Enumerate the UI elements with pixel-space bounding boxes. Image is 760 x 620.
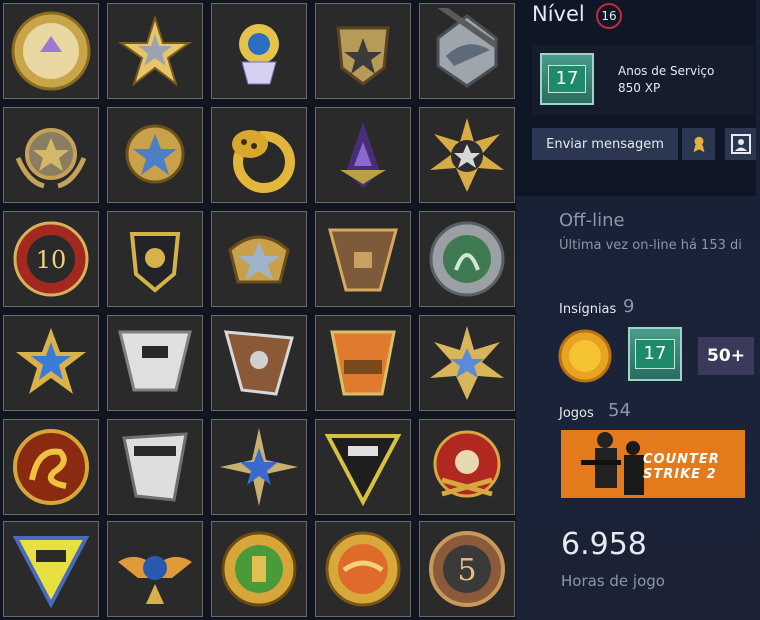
leopard-coin-icon xyxy=(232,130,295,193)
xp-badge-title: Anos de Serviço xyxy=(618,64,715,78)
svg-text:10: 10 xyxy=(36,246,67,274)
medal-tile[interactable] xyxy=(211,315,307,411)
medal-tile[interactable] xyxy=(211,419,307,515)
open-pickem-trophy-icon xyxy=(122,432,188,502)
winged-medal-icon xyxy=(118,556,192,604)
last-online-text: Última vez on-line há 153 di xyxy=(559,238,742,253)
friend-options-button[interactable] xyxy=(725,128,756,160)
level-badge[interactable]: 16 xyxy=(596,3,622,29)
xp-badge-value: 850 XP xyxy=(618,81,661,95)
send-message-button[interactable]: Enviar mensagem xyxy=(532,128,678,160)
medal-tile[interactable] xyxy=(107,315,203,411)
sunburst-star-medal-icon xyxy=(430,118,504,192)
medal-tile[interactable] xyxy=(107,211,203,307)
medal-tile[interactable] xyxy=(315,107,411,203)
blue-star-sunburst-icon xyxy=(430,326,504,400)
medal-tile[interactable] xyxy=(211,107,307,203)
years-of-service-badge-icon[interactable]: 17 xyxy=(628,327,682,381)
level-label: Nível xyxy=(532,2,585,26)
five-year-veteran-coin-icon: 5 xyxy=(429,531,505,607)
star-medal-icon xyxy=(117,14,193,87)
award-button[interactable] xyxy=(682,128,715,160)
medal-tile[interactable]: 5 xyxy=(419,521,515,617)
esl-pickem-yellow-icon xyxy=(12,536,90,609)
medal-tile[interactable] xyxy=(315,3,411,99)
years-of-service-badge-icon: 17 xyxy=(540,53,594,105)
krakow-2017-trophy-icon xyxy=(328,228,398,292)
dark-shield-medal-icon xyxy=(129,232,181,293)
years-badge-number: 17 xyxy=(635,339,675,369)
badges-count: 9 xyxy=(623,296,635,317)
wreath-star-medal-icon xyxy=(15,128,87,189)
medal-tile[interactable] xyxy=(315,211,411,307)
medal-tile[interactable] xyxy=(315,315,411,411)
medal-tile[interactable] xyxy=(3,3,99,99)
medal-tile[interactable] xyxy=(211,3,307,99)
game-title-line-2: STRIKE 2 xyxy=(643,467,717,482)
cupcake-pin-icon xyxy=(239,24,279,85)
shark-emblem-icon xyxy=(436,8,498,88)
years-of-service-number: 17 xyxy=(548,65,586,93)
medal-tile[interactable] xyxy=(419,419,515,515)
dragon-coin-icon xyxy=(13,429,89,505)
medal-tile[interactable] xyxy=(3,315,99,411)
hours-played-value: 6.958 xyxy=(561,527,647,562)
gold-star-medal-icon xyxy=(125,124,185,184)
medal-grid: 10 5 xyxy=(0,0,516,620)
fifty-plus-badge[interactable]: 50+ xyxy=(698,337,754,375)
counter-strike-coin-icon xyxy=(11,11,91,91)
ten-year-coin-icon: 10 xyxy=(13,221,89,297)
badges-link[interactable]: Insígnias xyxy=(559,302,616,317)
medal-tile[interactable] xyxy=(419,315,515,411)
medal-tile[interactable] xyxy=(107,419,203,515)
medal-tile[interactable] xyxy=(315,521,411,617)
hours-played-label: Horas de jogo xyxy=(561,572,665,590)
medal-tile[interactable] xyxy=(3,419,99,515)
fist-coin-icon xyxy=(221,531,297,607)
blue-compass-star-icon xyxy=(220,428,298,506)
columbus-pickem-trophy-icon xyxy=(330,330,396,396)
online-status: Off-line xyxy=(559,210,625,231)
medal-tile[interactable] xyxy=(3,107,99,203)
xp-badge-card[interactable]: 17 Anos de Serviço 850 XP xyxy=(532,45,754,115)
medal-tile[interactable] xyxy=(107,107,203,203)
cologne-pickem-trophy-icon xyxy=(223,330,294,396)
atlanta-pickem-trophy-icon xyxy=(118,330,192,392)
blue-star-medal-icon xyxy=(16,328,86,394)
orange-eagle-coin-icon xyxy=(325,531,401,607)
medal-tile[interactable] xyxy=(3,521,99,617)
skull-medal-icon xyxy=(433,430,501,498)
medal-tile[interactable] xyxy=(315,419,411,515)
star-shield-medal-icon xyxy=(336,26,390,86)
level-section: Nível 16 17 Anos de Serviço 850 XP Envia… xyxy=(516,0,756,196)
user-icon xyxy=(730,134,751,154)
purple-mantis-icon xyxy=(340,122,386,188)
operation-hydra-coin-icon xyxy=(429,221,505,297)
gold-coin-badge-icon[interactable] xyxy=(558,329,612,383)
profile-panel: Nível 16 17 Anos de Serviço 850 XP Envia… xyxy=(516,0,760,620)
medal-tile[interactable]: 10 xyxy=(3,211,99,307)
medal-tile[interactable] xyxy=(419,3,515,99)
svg-text:5: 5 xyxy=(457,553,476,588)
games-link[interactable]: Jogos xyxy=(559,406,594,421)
award-ribbon-icon xyxy=(693,136,704,153)
medal-tile[interactable] xyxy=(419,211,515,307)
medal-tile[interactable] xyxy=(107,521,203,617)
medal-tile[interactable] xyxy=(107,3,203,99)
medal-tile[interactable] xyxy=(211,521,307,617)
game-title-line-1: COUNTER xyxy=(643,452,720,467)
medal-tile[interactable] xyxy=(211,211,307,307)
game-banner-counter-strike-2[interactable]: COUNTER STRIKE 2 xyxy=(561,430,745,498)
medal-tile[interactable] xyxy=(419,107,515,203)
gold-star-shield-icon xyxy=(228,235,290,284)
games-count: 54 xyxy=(608,400,631,421)
esl-one-pickem-trophy-icon xyxy=(324,434,402,507)
